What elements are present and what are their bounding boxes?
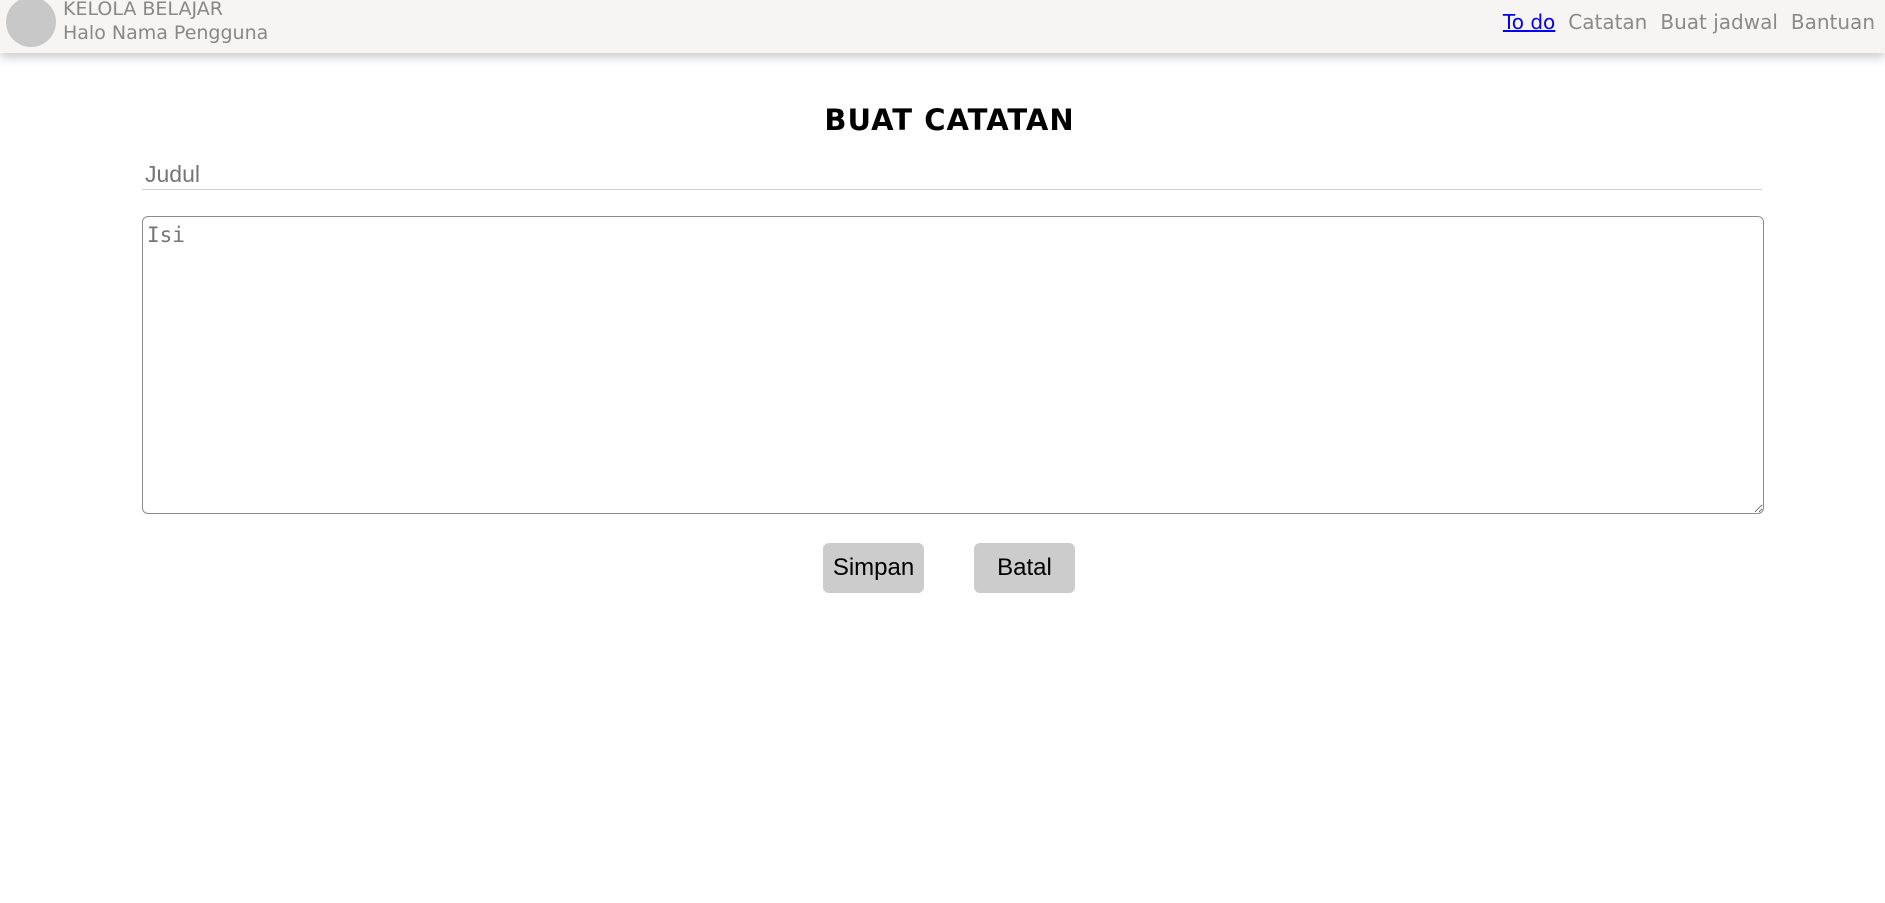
avatar	[6, 0, 56, 47]
top-navbar: KELOLA BELAJAR Halo Nama Pengguna To do …	[0, 0, 1885, 53]
nav-link-buat-jadwal[interactable]: Buat jadwal	[1660, 10, 1778, 34]
nav-link-bantuan[interactable]: Bantuan	[1791, 10, 1875, 34]
nav-link-catatan[interactable]: Catatan	[1568, 10, 1647, 34]
cancel-button[interactable]: Batal	[974, 543, 1075, 593]
user-greeting: Halo Nama Pengguna	[63, 22, 269, 44]
app-title: KELOLA BELAJAR	[63, 0, 223, 20]
main-nav: To do Catatan Buat jadwal Bantuan	[1503, 10, 1875, 34]
save-button[interactable]: Simpan	[823, 543, 924, 593]
judul-input[interactable]	[142, 160, 1762, 190]
isi-textarea[interactable]	[142, 216, 1764, 514]
nav-link-todo[interactable]: To do	[1503, 10, 1555, 34]
page-title: BUAT CATATAN	[824, 103, 1075, 137]
